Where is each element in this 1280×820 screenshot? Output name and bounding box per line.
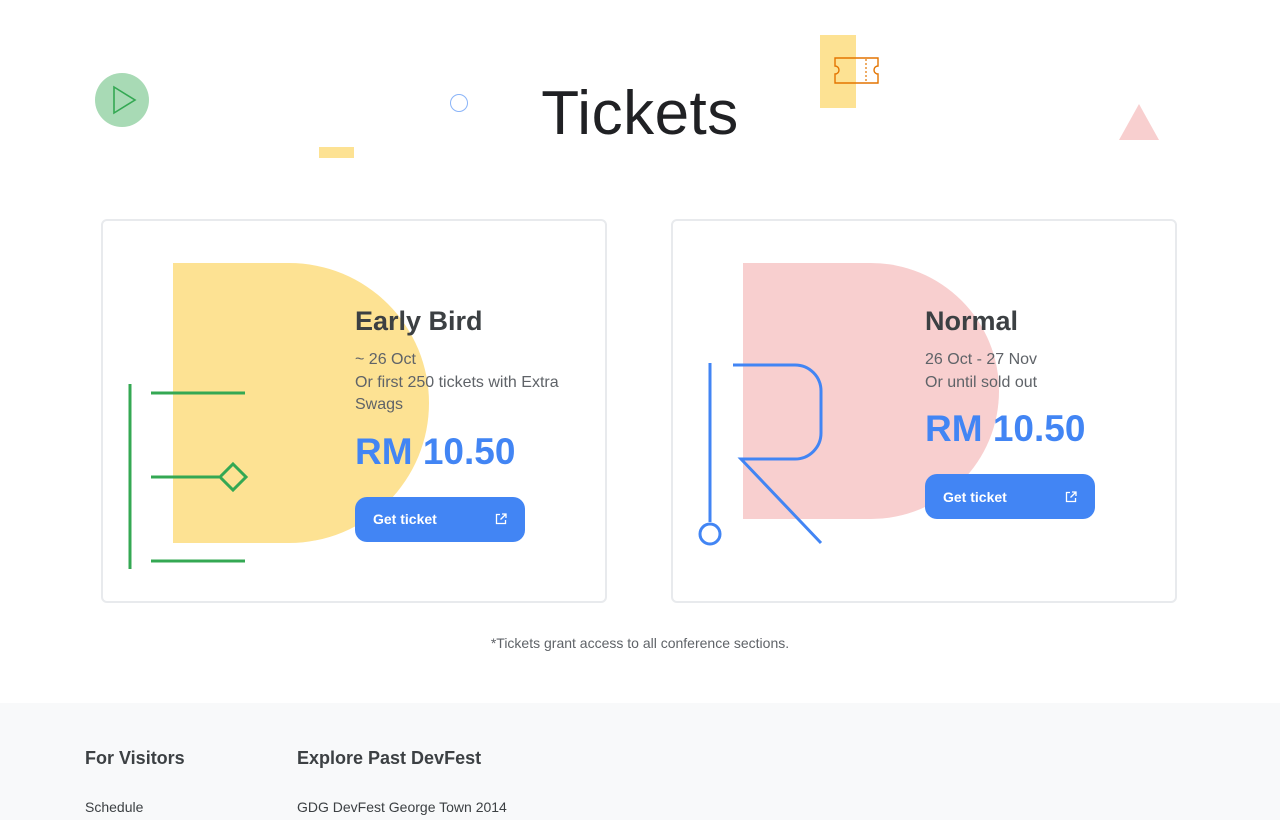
ticket-dates: 26 Oct - 27 Nov	[925, 351, 1038, 368]
ticket-price: RM 10.50	[355, 430, 516, 472]
footer-column-past-devfest: Explore Past DevFest GDG DevFest George …	[297, 747, 507, 816]
footer-link-devfest-2014[interactable]: GDG DevFest George Town 2014	[297, 798, 507, 816]
footer: For Visitors Schedule Explore Past DevFe…	[0, 703, 1280, 820]
ticket-price: RM 10.50	[925, 408, 1086, 449]
tickets-footnote: *Tickets grant access to all conference …	[490, 635, 790, 651]
ticket-info: Normal 26 Oct - 27 Nov Or until sold out…	[925, 303, 1165, 519]
ticket-name: Early Bird	[355, 306, 483, 336]
get-ticket-button[interactable]: Get ticket	[355, 496, 525, 542]
ticket-condition: Or first 250 tickets with Extra Swags	[355, 373, 559, 414]
ticket-info: Early Bird ~ 26 Oct Or first 250 tickets…	[355, 303, 595, 542]
get-ticket-label: Get ticket	[373, 511, 437, 527]
ticket-card-early-bird: Early Bird ~ 26 Oct Or first 250 tickets…	[101, 219, 607, 603]
footer-link-schedule[interactable]: Schedule	[85, 798, 185, 816]
footer-heading: For Visitors	[85, 748, 185, 768]
ticket-name: Normal	[925, 306, 1019, 336]
ticket-description: 26 Oct - 27 Nov Or until sold out	[925, 349, 1165, 394]
footer-column-visitors: For Visitors Schedule	[85, 747, 185, 816]
page-title: Tickets	[541, 79, 739, 148]
ticket-card-normal: Normal 26 Oct - 27 Nov Or until sold out…	[671, 219, 1177, 603]
ticket-dates: ~ 26 Oct	[355, 351, 416, 368]
external-link-icon	[495, 513, 507, 525]
get-ticket-button[interactable]: Get ticket	[925, 474, 1095, 519]
ticket-condition: Or until sold out	[925, 373, 1038, 391]
external-link-icon	[1065, 490, 1077, 502]
ticket-description: ~ 26 Oct Or first 250 tickets with Extra…	[355, 349, 595, 417]
footer-heading: Explore Past DevFest	[297, 748, 482, 768]
get-ticket-label: Get ticket	[943, 488, 1007, 505]
